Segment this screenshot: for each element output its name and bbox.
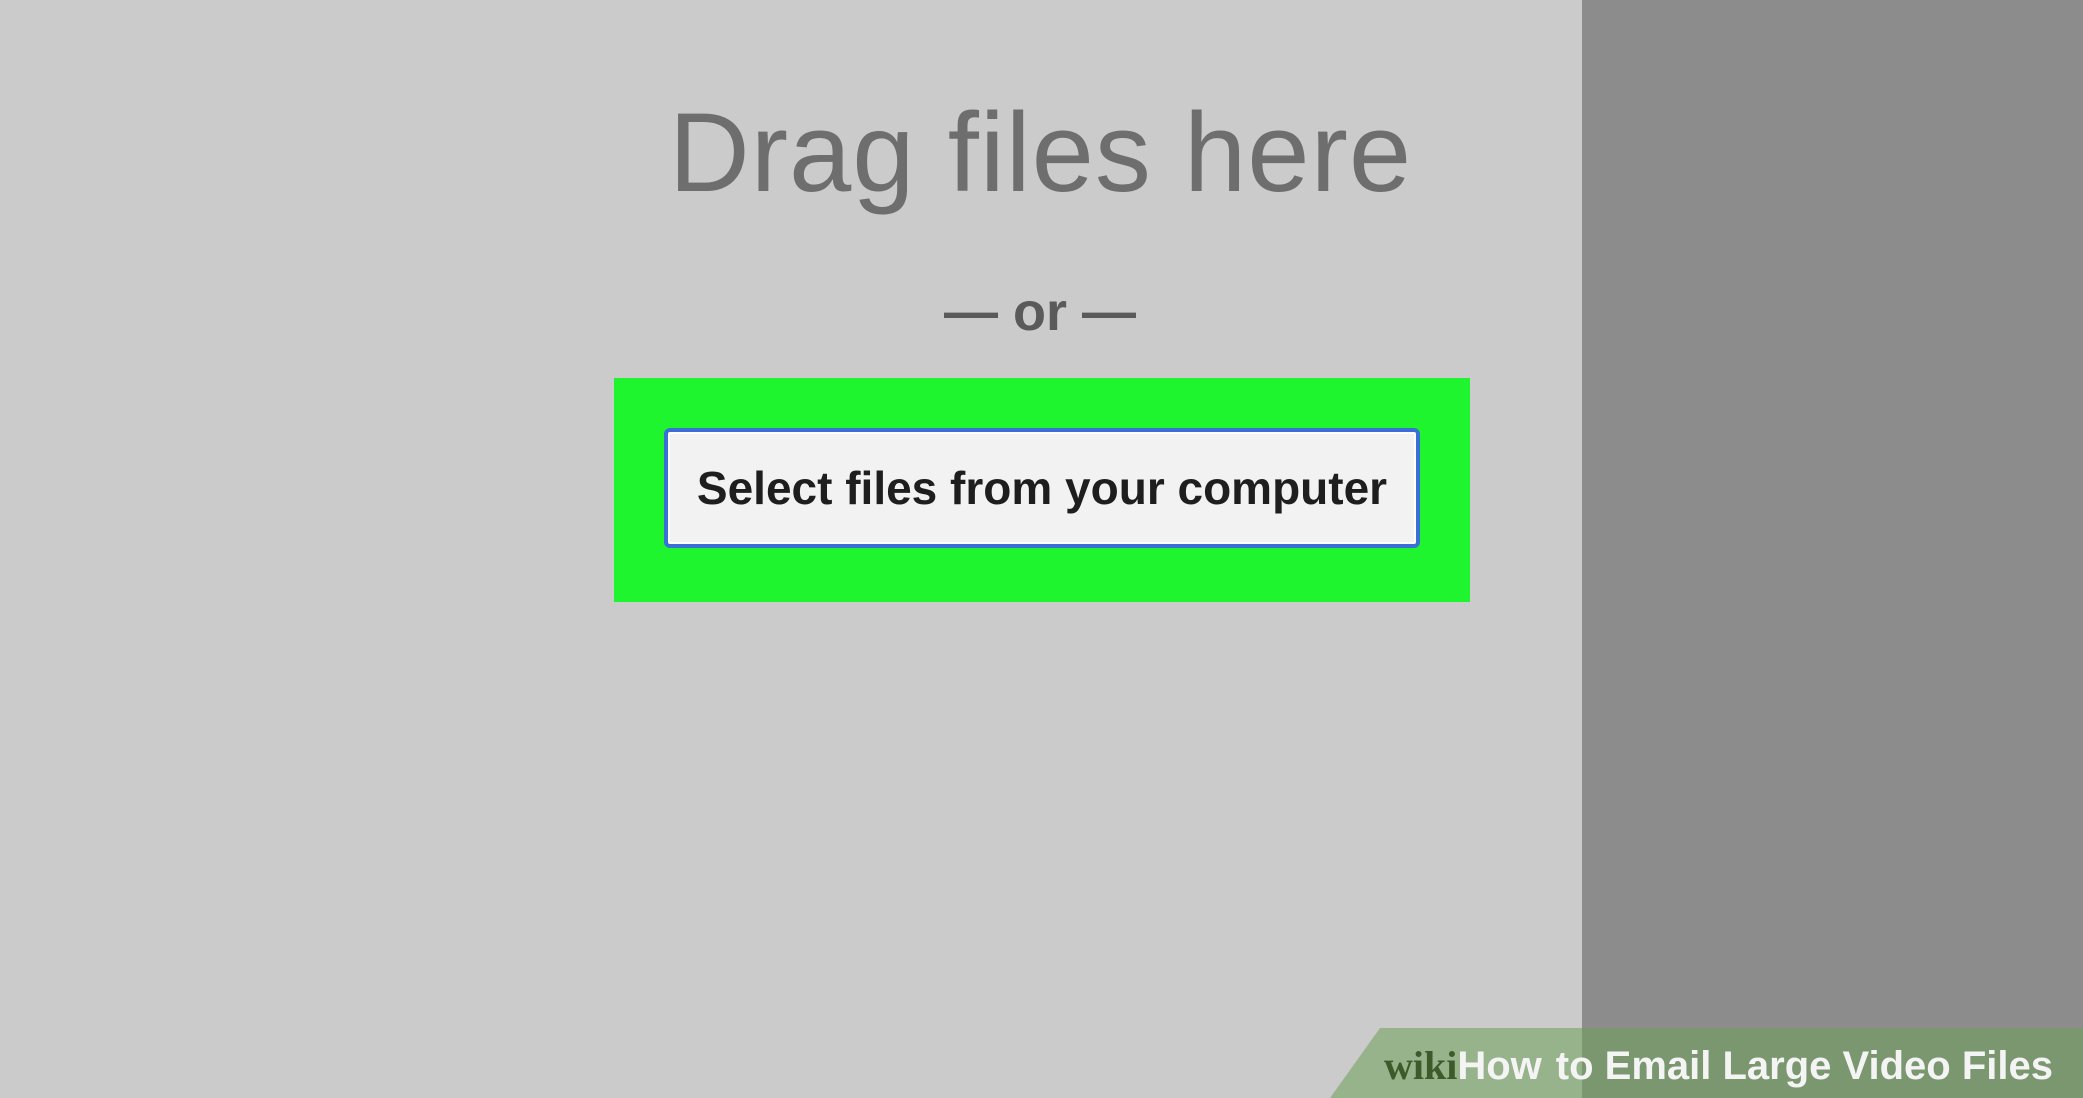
select-files-button[interactable]: Select files from your computer bbox=[664, 428, 1420, 548]
or-divider: — or — bbox=[943, 282, 1136, 342]
watermark-text: wikiHow to Email Large Video Files bbox=[1384, 1038, 2053, 1094]
drag-files-heading: Drag files here bbox=[0, 88, 2083, 218]
watermark-how: How bbox=[1457, 1044, 1542, 1088]
watermark-title: to Email Large Video Files bbox=[1555, 1044, 2053, 1088]
drag-files-text: Drag files here bbox=[668, 90, 1413, 215]
watermark-wiki: wiki bbox=[1384, 1043, 1458, 1088]
screen: Drag files here — or — Select files from… bbox=[0, 0, 2083, 1098]
